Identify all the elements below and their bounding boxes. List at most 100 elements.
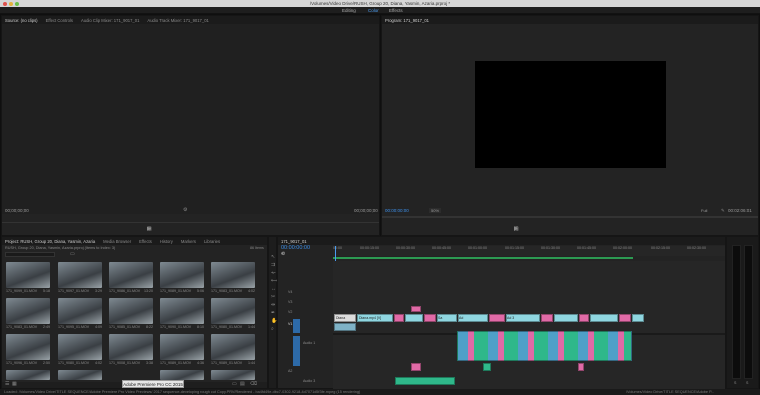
audio-clip[interactable] (578, 363, 584, 371)
slip-tool-icon[interactable]: ⇹ (271, 303, 275, 308)
tab-history[interactable]: History (160, 239, 173, 244)
source-time-ruler[interactable] (2, 222, 379, 223)
trash-icon[interactable]: ⌫ (250, 382, 257, 387)
clip-thumbnail[interactable] (211, 298, 255, 324)
timeline-timecode[interactable]: 00:00:00:00 (281, 245, 310, 251)
timeline-clip[interactable] (405, 314, 423, 322)
icon-view-icon[interactable]: ▦ (12, 382, 17, 387)
clip-thumbnail[interactable] (109, 334, 153, 360)
project-panel: Project: RUSH, Group 20, Diana, Yasmin, … (1, 236, 268, 389)
timeline-clip[interactable]: Diana (334, 314, 356, 322)
new-bin-icon[interactable]: ▭ (232, 382, 237, 387)
clip-thumbnail[interactable] (58, 262, 102, 288)
timeline-clip[interactable] (554, 314, 578, 322)
timeline-clip[interactable]: Ad 3 (506, 314, 540, 322)
clip-thumbnail[interactable] (6, 298, 50, 324)
workspace-effects[interactable]: Effects (389, 7, 403, 14)
audio-clip[interactable] (334, 323, 356, 331)
timeline-clip[interactable] (619, 314, 631, 322)
tab-source[interactable]: Source: (no clips) (5, 18, 38, 23)
project-search-input[interactable] (5, 252, 55, 257)
clip-thumbnail[interactable] (160, 334, 204, 360)
clip-thumbnail[interactable] (211, 334, 255, 360)
program-zoom-select[interactable]: 50% (429, 208, 442, 213)
status-bar: Loaded: /Volumes/Video Drive/TITLE SEQUE… (0, 389, 760, 395)
folder-icon[interactable]: ▭ (70, 252, 75, 257)
clip-thumbnail[interactable] (211, 370, 255, 380)
timeline-clip[interactable] (411, 306, 421, 312)
tab-project[interactable]: Project: RUSH, Group 20, Diana, Yasmin, … (5, 239, 95, 244)
timeline-settings-icon[interactable]: ⚙ (281, 252, 285, 257)
audio-clip-group[interactable] (457, 331, 632, 361)
ruler-tick: 00:00:15:00 (360, 246, 379, 250)
meter-solo-left[interactable]: S (734, 381, 736, 385)
selection-tool-icon[interactable]: ↖ (271, 255, 275, 260)
timeline-clip[interactable] (579, 314, 589, 322)
track-select-tool-icon[interactable]: ⇉ (271, 263, 275, 268)
tab-audio-track-mixer[interactable]: Audio Track Mixer: 171_9017_01 (147, 18, 208, 23)
ruler-tick: 00:01:00:00 (468, 246, 487, 250)
timeline-clip[interactable] (424, 314, 436, 322)
tab-sequence[interactable]: 171_9017_01 (281, 239, 307, 244)
wrench-icon[interactable]: ✎ (721, 208, 725, 213)
timeline-clip[interactable] (590, 314, 618, 322)
tab-program[interactable]: Program: 171_9017_01 (385, 18, 429, 23)
zoom-window-button[interactable] (15, 1, 19, 6)
export-frame-icon[interactable]: ◫ (514, 227, 519, 232)
tab-effects[interactable]: Effects (139, 239, 152, 244)
clip-thumbnail[interactable] (58, 334, 102, 360)
timeline-clip[interactable] (541, 314, 553, 322)
tab-markers[interactable]: Markers (181, 239, 196, 244)
clip-thumbnail[interactable] (6, 370, 50, 380)
export-frame-icon[interactable]: ◫ (147, 227, 152, 232)
source-settings-icon[interactable]: ⚙ (183, 208, 187, 213)
program-resolution-select[interactable]: Full (701, 208, 707, 213)
timeline-clip[interactable] (489, 314, 505, 322)
program-panel: Program: 171_9017_01 00:00:00:00 50% Ful… (381, 15, 759, 236)
minimize-window-button[interactable] (9, 1, 13, 6)
clip-thumbnail[interactable] (58, 370, 102, 380)
clip-thumbnail[interactable] (109, 298, 153, 324)
clip-thumbnail[interactable] (211, 262, 255, 288)
timeline-clip[interactable]: Ad (458, 314, 488, 322)
program-time-ruler[interactable] (382, 216, 758, 218)
tab-effect-controls[interactable]: Effect Controls (46, 18, 73, 23)
timeline-clip[interactable]: Diana.mp4 [V] (357, 314, 393, 322)
rate-stretch-tool-icon[interactable]: ↔ (271, 287, 276, 292)
track-target-v1[interactable] (293, 319, 300, 333)
track-target-a1[interactable] (293, 336, 300, 366)
pen-tool-icon[interactable]: ✒ (271, 311, 275, 316)
audio-clip[interactable] (395, 377, 455, 385)
clip-thumbnail[interactable] (58, 298, 102, 324)
clip-thumbnail[interactable] (6, 334, 50, 360)
new-item-icon[interactable]: ▤ (240, 382, 245, 387)
tab-libraries[interactable]: Libraries (204, 239, 220, 244)
ruler-tick: 00:02:15:00 (651, 246, 670, 250)
workspace-color[interactable]: Color (368, 7, 379, 14)
clip-name: 171_9080_01.MOV (211, 325, 243, 329)
workspace-bar: Editing Color Effects (0, 7, 760, 14)
clip-thumbnail[interactable] (160, 370, 204, 380)
close-window-button[interactable] (3, 1, 7, 6)
timeline-clip[interactable]: Sa (437, 314, 457, 322)
clip-thumbnail[interactable] (160, 298, 204, 324)
list-view-icon[interactable]: ☰ (5, 382, 9, 387)
ripple-edit-tool-icon[interactable]: ⟛ (271, 271, 276, 276)
clip-thumbnail[interactable] (109, 262, 153, 288)
meter-solo-right[interactable]: S (746, 381, 748, 385)
razor-tool-icon[interactable]: ✂ (271, 295, 275, 300)
audio-clip[interactable] (483, 363, 491, 371)
clip-thumbnail[interactable] (6, 262, 50, 288)
tab-audio-clip-mixer[interactable]: Audio Clip Mixer: 171_9017_01 (81, 18, 139, 23)
window-titlebar: /Volumes/Video Drive/RUSH, Group 20, Dia… (0, 0, 760, 7)
timeline-clip[interactable] (632, 314, 644, 322)
tab-media-browser[interactable]: Media Browser (103, 239, 131, 244)
timeline-clip[interactable] (394, 314, 404, 322)
program-timecode-left[interactable]: 00:00:00:00 (385, 208, 409, 213)
audio-clip[interactable] (411, 363, 421, 371)
timeline-ruler[interactable]: 00:00 00:00:15:00 00:00:30:00 00:00:45:0… (333, 246, 725, 256)
zoom-tool-icon[interactable]: ⌕ (271, 327, 274, 332)
workspace-editing[interactable]: Editing (342, 7, 356, 14)
clip-thumbnail[interactable] (160, 262, 204, 288)
clip-duration: 1:44 (248, 361, 255, 365)
